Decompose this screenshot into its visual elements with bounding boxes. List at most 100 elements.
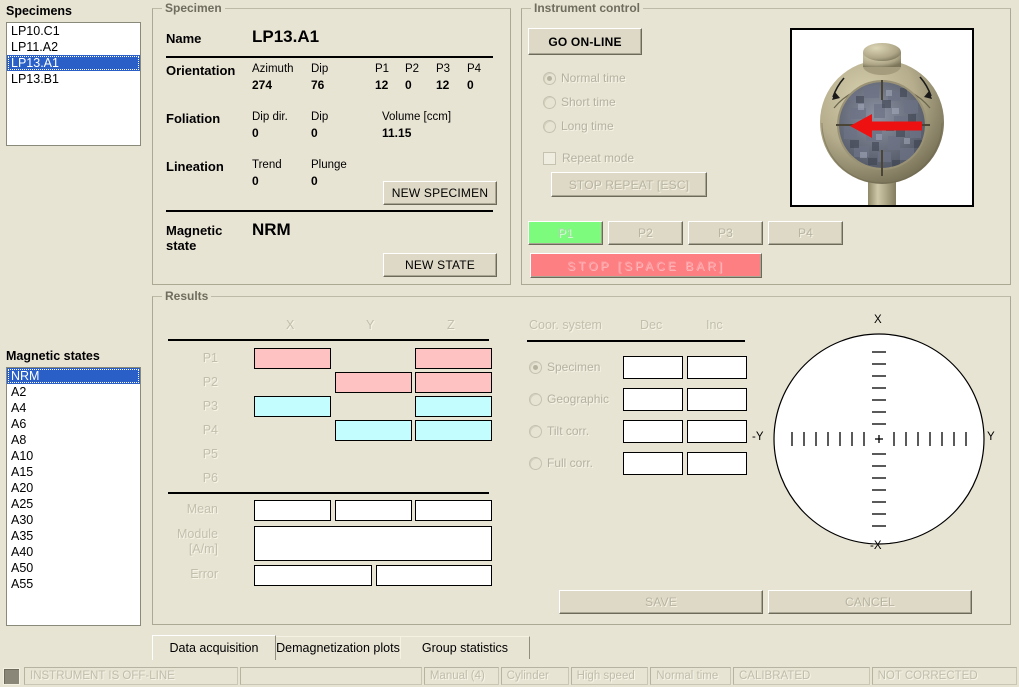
list-item[interactable]: A4 (7, 400, 140, 416)
result-cell[interactable] (415, 372, 492, 393)
list-item[interactable]: A2 (7, 384, 140, 400)
results-row-label: P4 (202, 423, 218, 437)
result-cell[interactable] (254, 348, 331, 369)
list-item[interactable]: A20 (7, 480, 140, 496)
stop-repeat-button[interactable]: STOP REPEAT [ESC] (551, 172, 707, 197)
trend-value: 0 (252, 174, 259, 188)
specimen-dec-field[interactable] (623, 356, 683, 379)
list-item[interactable]: LP13.A1 (7, 55, 140, 71)
holder-svg (792, 30, 972, 205)
magnetic-state-label-line1: Magnetic (166, 223, 223, 238)
azimuth-label: Azimuth (252, 63, 294, 75)
foliation-dipdir-value: 0 (252, 126, 259, 140)
radio-full-corr-coords[interactable]: Full corr. (529, 456, 593, 470)
result-cell[interactable] (335, 420, 412, 441)
error-field-2[interactable] (376, 565, 492, 586)
foliation-label: Foliation (166, 111, 221, 126)
stereonet-label-neg-y: -Y (752, 431, 764, 443)
module-label-line2: [A/m] (188, 542, 218, 556)
list-item[interactable]: A40 (7, 544, 140, 560)
result-cell[interactable] (415, 348, 492, 369)
mean-z-field[interactable] (415, 500, 492, 521)
full-inc-field[interactable] (687, 452, 747, 475)
radio-normal-time[interactable]: Normal time (543, 71, 626, 85)
radio-geographic-coords[interactable]: Geographic (529, 392, 609, 406)
save-button[interactable]: SAVE (559, 590, 763, 614)
full-dec-field[interactable] (623, 452, 683, 475)
result-cell[interactable] (415, 420, 492, 441)
result-cell[interactable] (415, 396, 492, 417)
list-item[interactable]: LP11.A2 (7, 39, 140, 55)
offline-indicator-icon (3, 667, 20, 685)
p4-value: 0 (467, 78, 474, 92)
tab-data-acquisition[interactable]: Data acquisition (152, 635, 276, 660)
results-col-y: Y (366, 318, 375, 332)
dec-header: Dec (640, 318, 663, 332)
mean-x-field[interactable] (254, 500, 331, 521)
lineation-label: Lineation (166, 159, 224, 174)
repeat-mode-checkbox[interactable]: Repeat mode (543, 151, 634, 165)
stop-button[interactable]: STOP [SPACE BAR] (530, 253, 762, 278)
module-field[interactable] (254, 526, 492, 561)
geographic-dec-field[interactable] (623, 388, 683, 411)
p3-value: 12 (436, 78, 450, 92)
position-button-p2[interactable]: P2 (608, 221, 683, 245)
checkbox-icon (543, 151, 556, 165)
results-col-z: Z (447, 318, 455, 332)
list-item[interactable]: NRM (7, 368, 140, 384)
list-item[interactable]: LP13.B1 (7, 71, 140, 87)
magnetic-states-listbox[interactable]: NRM A2 A4 A6 A8 A10 A15 A20 A25 A30 A35 … (6, 367, 141, 626)
specimen-holder-illustration (790, 28, 974, 207)
radio-icon (543, 71, 556, 85)
radio-long-time[interactable]: Long time (543, 119, 614, 133)
list-item[interactable]: A6 (7, 416, 140, 432)
radio-specimen-coords[interactable]: Specimen (529, 360, 600, 374)
specimens-listbox[interactable]: LP10.C1 LP11.A2 LP13.A1 LP13.B1 (6, 22, 141, 146)
radio-label: Full corr. (547, 456, 594, 470)
p4-label: P4 (467, 63, 482, 75)
radio-icon (543, 95, 556, 109)
radio-short-time[interactable]: Short time (543, 95, 616, 109)
tab-demagnetization-plots[interactable]: Demagnetization plots (262, 636, 414, 659)
list-item[interactable]: A50 (7, 560, 140, 576)
list-item[interactable]: LP10.C1 (7, 23, 140, 39)
p3-label: P3 (436, 63, 451, 75)
radio-label: Geographic (547, 392, 610, 406)
list-item[interactable]: A35 (7, 528, 140, 544)
new-state-button[interactable]: NEW STATE (383, 253, 497, 277)
list-item[interactable]: A8 (7, 432, 140, 448)
tilt-dec-field[interactable] (623, 420, 683, 443)
instrument-control-group-title: Instrument control (531, 1, 644, 15)
new-specimen-button[interactable]: NEW SPECIMEN (383, 181, 497, 205)
result-cell[interactable] (254, 396, 331, 417)
position-button-p3[interactable]: P3 (688, 221, 763, 245)
tab-group-statistics[interactable]: Group statistics (400, 636, 530, 659)
stereonet-plot[interactable]: X -X -Y Y (752, 314, 997, 558)
position-button-p4[interactable]: P4 (768, 221, 843, 245)
position-button-p1[interactable]: P1 (528, 221, 603, 245)
list-item[interactable]: A15 (7, 464, 140, 480)
mean-y-field[interactable] (335, 500, 412, 521)
list-item[interactable]: A25 (7, 496, 140, 512)
result-cell[interactable] (335, 372, 412, 393)
radio-tilt-corr-coords[interactable]: Tilt corr. (529, 424, 589, 438)
error-field-1[interactable] (254, 565, 372, 586)
inc-header: Inc (706, 318, 723, 332)
radio-label: Specimen (547, 360, 601, 374)
magnetic-state-value: NRM (252, 220, 291, 239)
specimen-inc-field[interactable] (687, 356, 747, 379)
results-row-label: P1 (202, 351, 218, 365)
go-online-button[interactable]: GO ON-LINE (528, 28, 642, 55)
results-group-title: Results (162, 289, 212, 303)
tilt-inc-field[interactable] (687, 420, 747, 443)
list-item[interactable]: A55 (7, 576, 140, 592)
list-item[interactable]: A30 (7, 512, 140, 528)
p1-label: P1 (375, 63, 390, 75)
status-speed: High speed (570, 667, 649, 685)
p2-label: P2 (405, 63, 420, 75)
geographic-inc-field[interactable] (687, 388, 747, 411)
cancel-button[interactable]: CANCEL (768, 590, 972, 614)
status-calibration: CALIBRATED (732, 667, 870, 685)
list-item[interactable]: A10 (7, 448, 140, 464)
status-instrument: INSTRUMENT IS OFF-LINE (24, 667, 239, 685)
